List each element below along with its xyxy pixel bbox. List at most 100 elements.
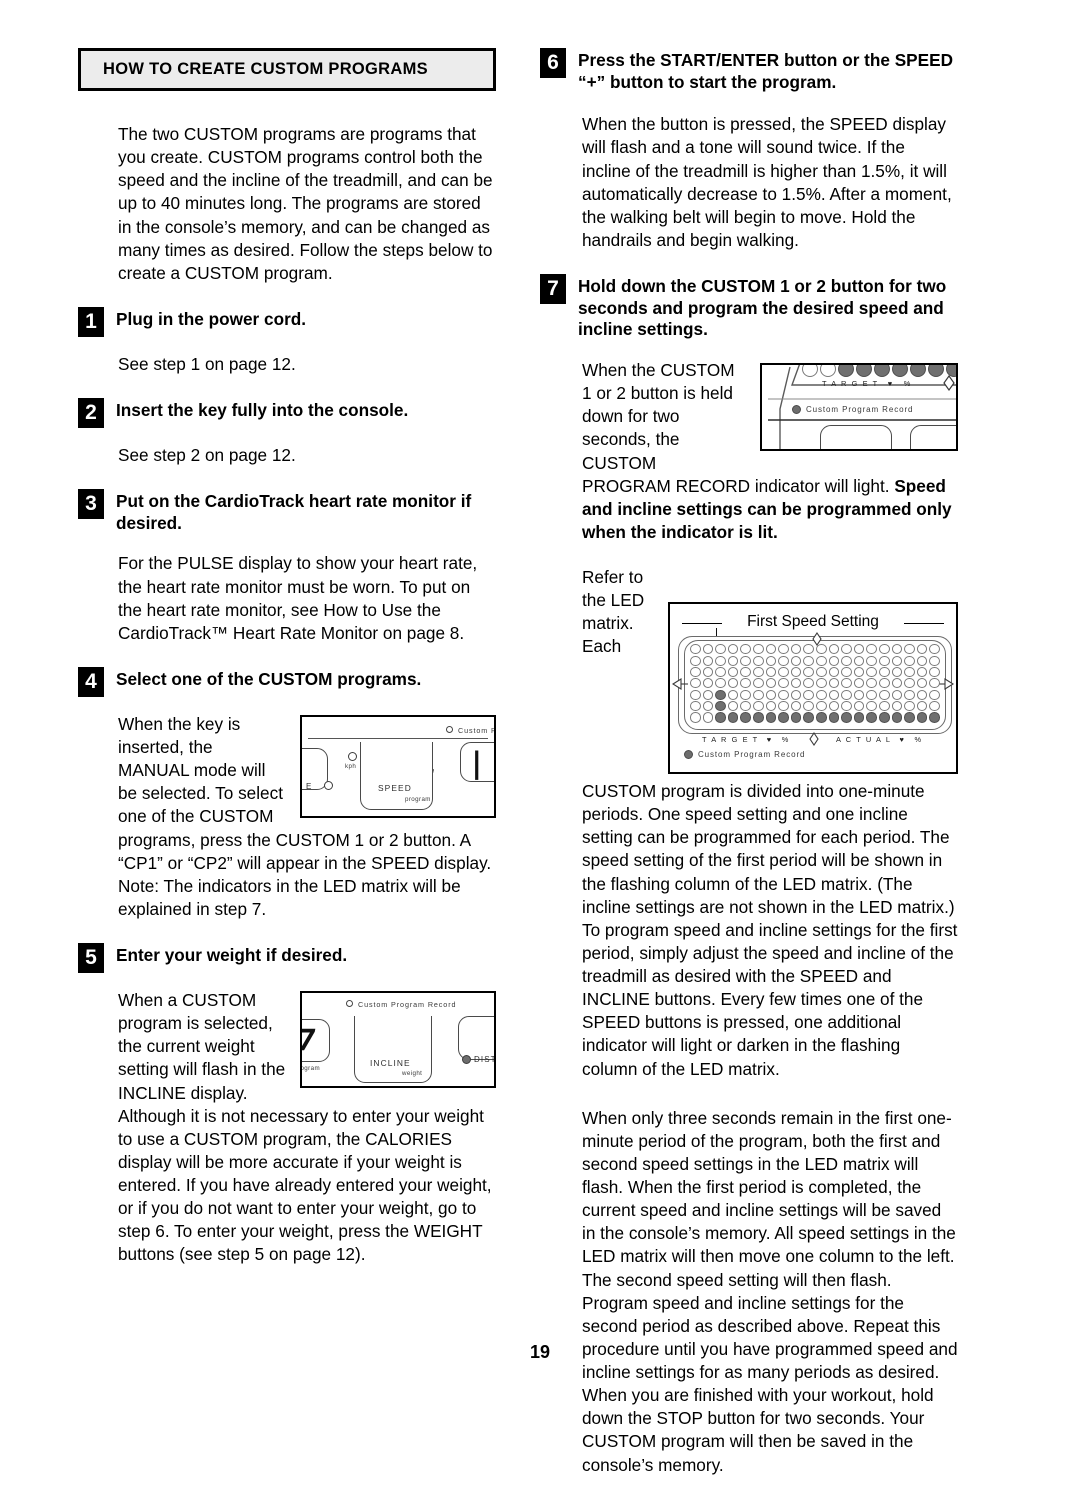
led-cell [702,678,714,689]
led-cell [853,678,865,689]
led-cell [916,712,928,723]
indicator-circle-left-icon [324,780,333,790]
step-1-body: See step 1 on page 12. [118,353,296,374]
step-6: 6 Press the START/ENTER button or the SP… [540,48,958,93]
led-cell [727,689,739,700]
step-title-7: Hold down the CUSTOM 1 or 2 button for t… [578,276,947,340]
step-5: 5 Enter your weight if desired. [78,943,496,974]
led-cell [815,689,827,700]
led-cell [690,644,701,655]
led-cell [891,701,903,712]
led-cell [866,678,877,689]
first-speed-setting-title: First Speed Setting [747,613,879,631]
led-cell [752,666,764,678]
led-cell [803,689,814,700]
led-cell [715,666,726,678]
led-cell [916,655,928,666]
led-cell [904,678,915,689]
led-cell [778,689,789,700]
led-cell [702,701,714,712]
matrix-target-percent-icon: % [781,735,790,745]
led-cell [740,644,751,655]
step-7: 7 Hold down the CUSTOM 1 or 2 button for… [540,274,958,341]
step-3-body: For the PULSE display to show your heart… [118,553,478,643]
distance-indicator-icon [462,1055,471,1065]
led-cell [702,666,714,678]
led-cell [752,644,764,655]
figure-incline-weight-display: Custom Program Record 7 rogram 124 INCLI… [300,991,496,1089]
matrix-target-heart-icon: ♥ [766,735,773,745]
matrix-actual-label: A C T U A L [836,735,892,745]
page-number: 19 [529,1342,551,1362]
led-cell [866,701,877,712]
left-column: HOW TO CREATE CUSTOM PROGRAMS The two CU… [78,48,496,1289]
led-cell [765,712,777,723]
two-column-layout: HOW TO CREATE CUSTOM PROGRAMS The two CU… [78,48,1002,1499]
step-title-4: Select one of the CUSTOM programs. [116,668,422,689]
led-cell [929,644,940,655]
led-cell [916,701,928,712]
speed-subcaption-program: program [405,795,431,803]
led-cell [778,678,789,689]
matrix-actual-percent-icon: % [914,735,923,745]
led-cell [841,666,852,678]
led-cell [790,644,802,655]
led-cell [916,678,928,689]
led-cell [740,678,751,689]
led-cell [916,644,928,655]
led-cell [815,666,827,678]
led-cell [702,644,714,655]
led-cell [916,689,928,700]
matrix-bottom-diamond-icon [809,732,819,747]
led-cell [702,655,714,666]
led-cell [790,666,802,678]
led-cell [690,678,701,689]
custom-program-record-label-b: Custom Program Record [358,1000,457,1010]
led-cell [690,655,701,666]
manual-page: HOW TO CREATE CUSTOM PROGRAMS The two CU… [0,0,1080,1475]
led-cell [828,701,840,712]
led-cell [904,655,915,666]
led-cell [690,701,701,712]
led-cell [752,712,764,723]
diamond-marker-icon [943,375,955,392]
left-subcaption-program: rogram [300,1065,320,1073]
led-cell [740,701,751,712]
led-cell [891,678,903,689]
led-cell [778,712,789,723]
led-cell [690,666,701,678]
led-cell [929,712,940,723]
led-cell [916,666,928,678]
led-cell [727,712,739,723]
led-cell [904,666,915,678]
matrix-actual-heart-icon: ♥ [899,735,906,745]
led-cell [752,655,764,666]
intro-paragraph: The two CUSTOM programs are programs tha… [118,124,493,283]
custom-program-record-label-d: Custom Program Record [698,750,806,760]
led-cell [828,678,840,689]
led-cell [841,678,852,689]
led-cell [866,689,877,700]
figure-led-matrix: First Speed Setting T A R G E T ♥ % A C … [668,602,958,775]
led-cell [803,644,814,655]
led-cell [715,644,726,655]
led-cell [866,666,877,678]
step-1: 1 Plug in the power cord. [78,306,496,337]
step-5-body-block: Custom Program Record 7 rogram 124 INCLI… [118,989,496,1267]
led-cell [828,655,840,666]
step-title-1: Plug in the power cord. [116,308,307,329]
led-cell [866,712,877,723]
step-number-3: 3 [78,489,104,520]
led-cell [853,712,865,723]
led-cell [878,689,890,700]
left-arrow-marker-icon [672,678,688,691]
custom-program-record-label: Custom Pr [458,725,496,735]
led-cell [929,666,940,678]
led-cell [715,712,726,723]
led-cell [841,712,852,723]
led-cell [765,666,777,678]
lower-display-box-2 [910,425,956,450]
right-column: 6 Press the START/ENTER button or the SP… [540,48,958,1499]
led-cell [878,701,890,712]
custom-program-record-indicator-icon-d [684,750,693,760]
